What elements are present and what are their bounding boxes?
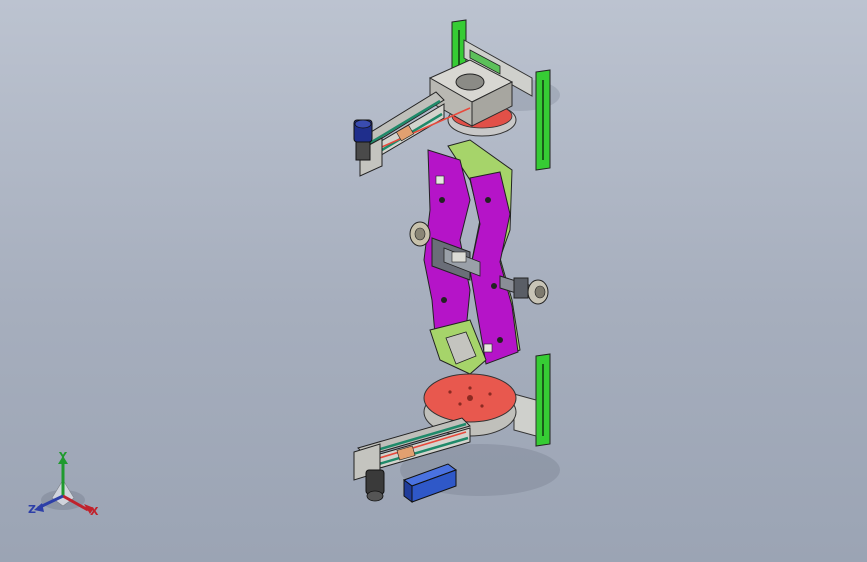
wrist-bracket[interactable] bbox=[429, 319, 487, 375]
robot-arm-model[interactable] bbox=[0, 0, 867, 562]
cad-viewport[interactable]: Y X Z bbox=[0, 0, 867, 562]
coordinate-triad: Y X Z bbox=[22, 448, 108, 528]
bottom-frame[interactable] bbox=[513, 353, 551, 447]
top-motor[interactable] bbox=[353, 119, 373, 161]
triad-z-label: Z bbox=[28, 503, 36, 516]
bottom-motor[interactable] bbox=[365, 469, 385, 502]
triad-y-label: Y bbox=[59, 450, 67, 463]
triad-x-label: X bbox=[90, 505, 99, 518]
